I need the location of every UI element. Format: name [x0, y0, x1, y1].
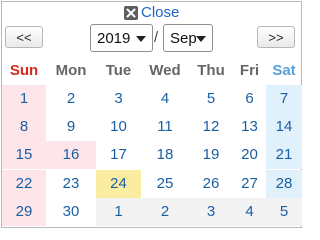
day-cell-next-month[interactable]: 1 — [96, 198, 141, 226]
day-cell-today[interactable]: 24 — [96, 170, 141, 198]
weekday-wed: Wed — [149, 62, 181, 79]
day-cell[interactable]: 22 — [2, 170, 46, 198]
day-cell[interactable]: 2 — [46, 85, 96, 113]
day-cell[interactable]: 30 — [46, 198, 96, 226]
weekday-tue: Tue — [105, 62, 132, 79]
next-month-button[interactable]: >> — [257, 26, 295, 48]
day-cell[interactable]: 3 — [96, 85, 141, 113]
chevron-down-icon — [136, 36, 146, 42]
year-select-value: 2019 — [97, 29, 131, 47]
day-cell[interactable]: 16 — [46, 141, 96, 169]
day-cell[interactable]: 20 — [233, 141, 266, 169]
date-separator: / — [154, 29, 159, 46]
day-cell-next-month[interactable]: 2 — [141, 198, 189, 226]
day-cell[interactable]: 26 — [189, 170, 233, 198]
day-cell[interactable]: 19 — [189, 141, 233, 169]
day-cell[interactable]: 4 — [141, 85, 189, 113]
day-cell[interactable]: 28 — [266, 170, 302, 198]
day-cell[interactable]: 10 — [96, 113, 141, 141]
day-cell[interactable]: 11 — [141, 113, 189, 141]
weekday-mon: Mon — [55, 62, 87, 79]
day-cell-next-month[interactable]: 4 — [233, 198, 266, 226]
close-icon[interactable] — [124, 6, 138, 20]
month-select[interactable]: Sep — [163, 24, 213, 52]
day-cell[interactable]: 17 — [96, 141, 141, 169]
weekday-sat: Sat — [272, 62, 296, 79]
day-cell[interactable]: 6 — [233, 85, 266, 113]
weekday-thu: Thu — [197, 62, 225, 79]
close-button[interactable]: Close — [124, 4, 179, 22]
day-cell[interactable]: 12 — [189, 113, 233, 141]
day-cell[interactable]: 18 — [141, 141, 189, 169]
year-select[interactable]: 2019 — [90, 24, 153, 52]
day-cell[interactable]: 5 — [189, 85, 233, 113]
day-cell[interactable]: 29 — [2, 198, 46, 226]
day-cell[interactable]: 27 — [233, 170, 266, 198]
prev-month-button[interactable]: << — [5, 26, 43, 48]
day-cell[interactable]: 25 — [141, 170, 189, 198]
day-cell[interactable]: 21 — [266, 141, 302, 169]
day-cell[interactable]: 14 — [266, 113, 302, 141]
day-cell[interactable]: 9 — [46, 113, 96, 141]
day-cell[interactable]: 1 — [2, 85, 46, 113]
weekday-sun: Sun — [9, 62, 39, 79]
day-cell[interactable]: 13 — [233, 113, 266, 141]
day-cell[interactable]: 8 — [2, 113, 46, 141]
day-cell[interactable]: 15 — [2, 141, 46, 169]
day-cell-next-month[interactable]: 5 — [266, 198, 302, 226]
chevron-down-icon — [196, 36, 206, 42]
close-label[interactable]: Close — [141, 5, 179, 21]
month-select-value: Sep — [170, 29, 197, 47]
day-cell-next-month[interactable]: 3 — [189, 198, 233, 226]
day-cell[interactable]: 23 — [46, 170, 96, 198]
day-cell[interactable]: 7 — [266, 85, 302, 113]
